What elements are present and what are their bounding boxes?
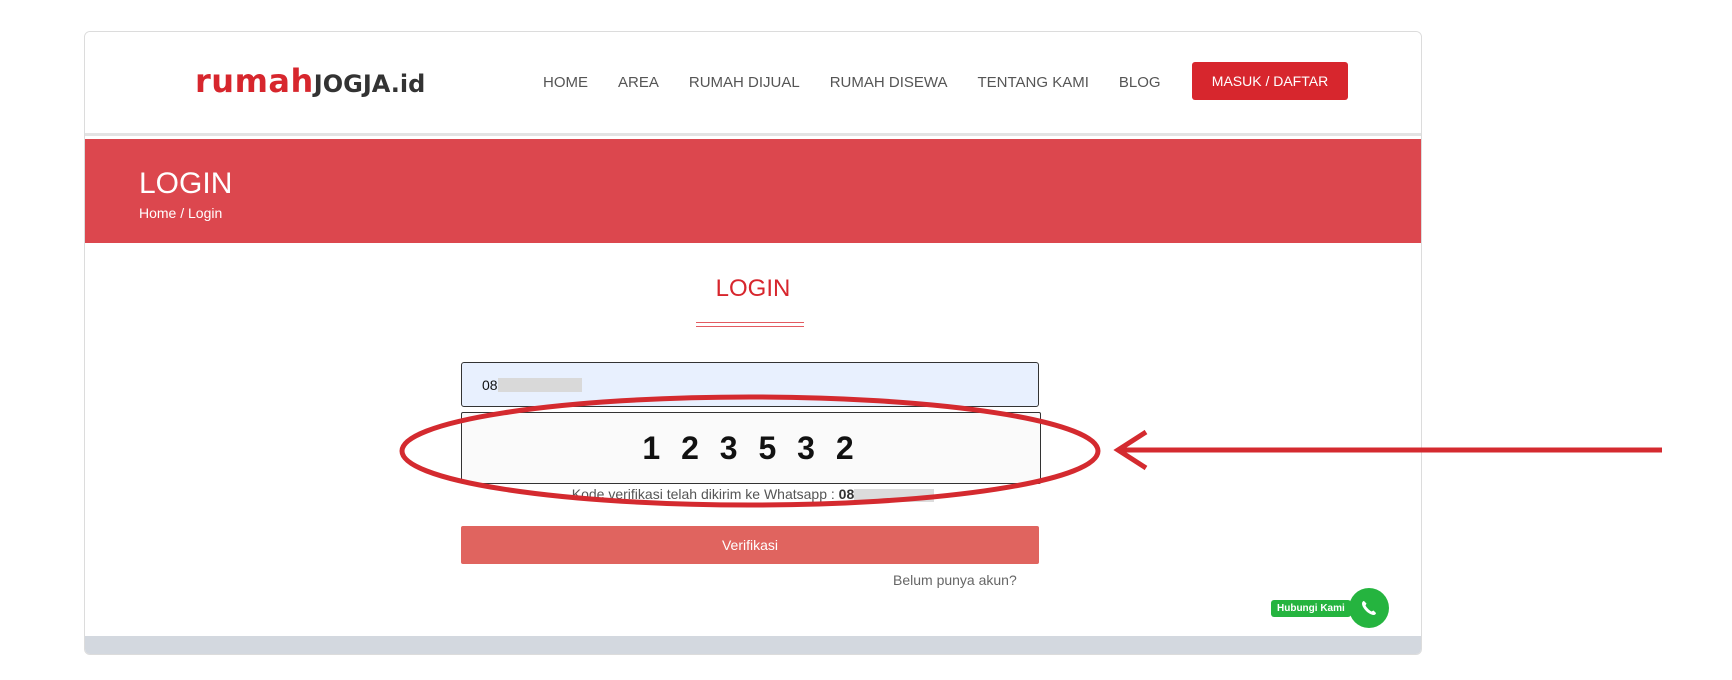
nav-home[interactable]: HOME [543,74,588,91]
phone-input[interactable]: 08 [461,362,1039,407]
masuk-daftar-button[interactable]: MASUK / DAFTAR [1192,62,1348,100]
site-logo[interactable]: rumahJOGJA.id [195,62,425,100]
logo-part-id: .id [390,70,426,98]
register-link[interactable]: Belum punya akun? [893,572,1017,588]
hint-phone: 08 [838,486,855,502]
login-heading: LOGIN [715,275,791,302]
page-frame: rumahJOGJA.id HOME AREA RUMAH DIJUAL RUM… [84,31,1422,655]
nav-tentang-kami[interactable]: TENTANG KAMI [978,74,1089,91]
page-banner: LOGIN Home / Login [85,139,1421,243]
logo-part-rumah: rumah [195,62,314,100]
whatsapp-contact[interactable]: Hubungi Kami [1271,588,1389,628]
redacted-phone-mask [497,377,582,392]
nav-rumah-dijual[interactable]: RUMAH DIJUAL [689,74,800,91]
top-navbar: rumahJOGJA.id HOME AREA RUMAH DIJUAL RUM… [85,32,1421,136]
main-nav: HOME AREA RUMAH DIJUAL RUMAH DISEWA TENT… [543,32,1191,133]
nav-area[interactable]: AREA [618,74,659,91]
nav-blog[interactable]: BLOG [1119,74,1161,91]
nav-rumah-disewa[interactable]: RUMAH DISEWA [830,74,948,91]
footer-strip [85,636,1421,654]
whatsapp-label: Hubungi Kami [1271,599,1351,617]
logo-part-jogja: JOGJA [313,70,391,98]
redacted-hint-phone-mask [854,488,935,502]
phone-value: 08 [482,376,498,393]
verification-code-input[interactable]: 1 2 3 5 3 2 [461,412,1041,484]
hint-text: Kode verifikasi telah dikirim ke Whatsap… [571,486,839,502]
page-title: LOGIN [139,167,233,200]
verification-hint: Kode verifikasi telah dikirim ke Whatsap… [85,486,1421,502]
heading-underline [696,322,804,327]
verifikasi-button[interactable]: Verifikasi [461,526,1039,564]
whatsapp-icon [1348,588,1389,628]
breadcrumb: Home / Login [139,205,223,221]
